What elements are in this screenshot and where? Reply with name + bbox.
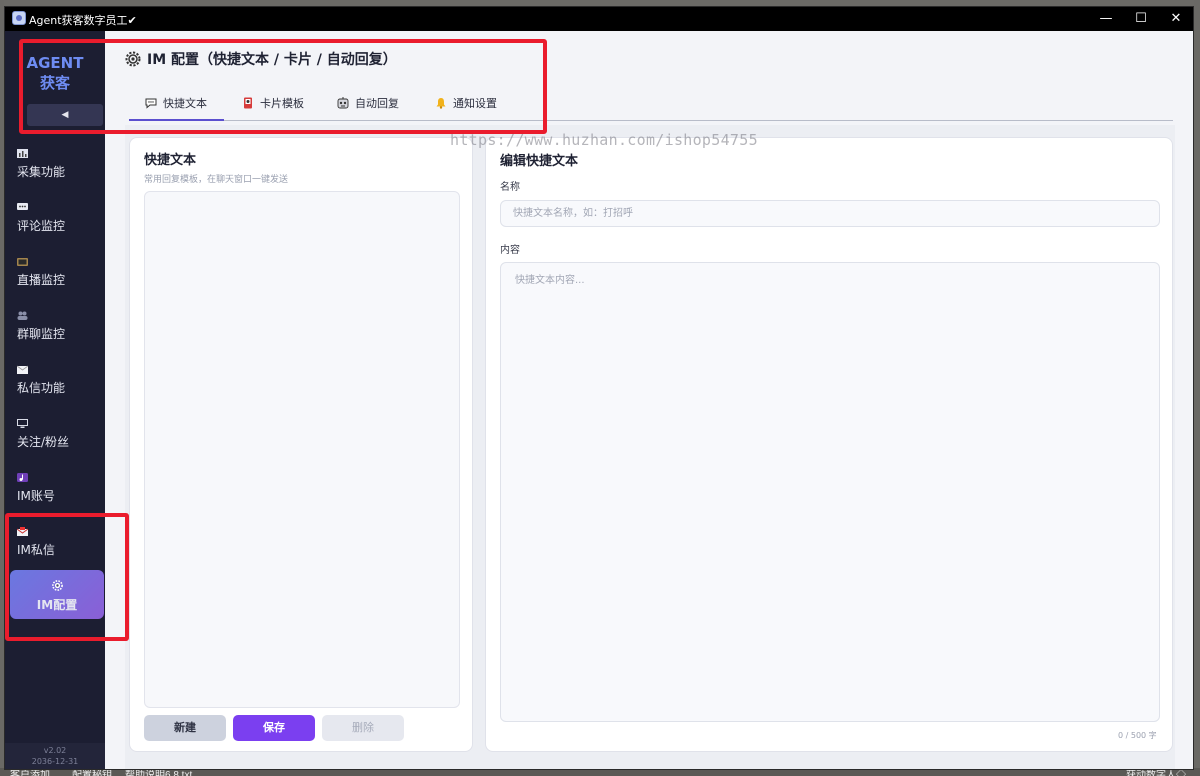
annotation-highlight-nav: [5, 513, 129, 641]
app-icon: [12, 11, 26, 25]
sidebar-item-im-account[interactable]: IM账号: [13, 473, 101, 513]
expiry-date: 2036-12-31: [31, 757, 79, 766]
name-label: 名称: [500, 182, 520, 193]
tv-icon: [17, 258, 28, 266]
sidebar-item-live[interactable]: 直播监控: [13, 257, 101, 297]
new-button[interactable]: 新建: [144, 715, 226, 741]
people-icon: [17, 311, 28, 320]
sidebar-item-label: IM账号: [17, 489, 55, 503]
title-bar[interactable]: Agent获客数字员工✔ — ☐ ✕: [5, 7, 1193, 31]
close-button[interactable]: ✕: [1161, 9, 1191, 29]
panel-subtitle: 常用回复模板，在聊天窗口一键发送: [144, 175, 289, 185]
panel-title: 快捷文本: [144, 153, 197, 168]
chart-icon: [17, 149, 28, 158]
content-label: 内容: [500, 245, 520, 256]
quick-text-list-panel: 快捷文本 常用回复模板，在聊天窗口一键发送 新建 保存 删除: [129, 137, 473, 752]
delete-button[interactable]: 删除: [322, 715, 404, 741]
maximize-button[interactable]: ☐: [1126, 9, 1156, 29]
quick-text-list[interactable]: [144, 191, 460, 708]
char-counter: 0 / 500 字: [1118, 731, 1157, 740]
sidebar-item-label: 关注/粉丝: [17, 435, 70, 449]
desktop-right-strip: [1194, 0, 1200, 776]
sidebar: AGENT 获客 ◀ 采集功能 评论监控 直播监控 群聊监控 私信功能 关注/粉…: [5, 31, 105, 769]
sidebar-item-label: 评论监控: [17, 219, 66, 233]
name-input[interactable]: 快捷文本名称，如：打招呼: [500, 200, 1160, 227]
sidebar-item-group-chat[interactable]: 群聊监控: [13, 311, 101, 351]
sidebar-item-label: 群聊监控: [17, 327, 66, 341]
window-title: Agent获客数字员工✔: [29, 14, 137, 27]
envelope-icon: [17, 365, 28, 374]
sidebar-item-comments[interactable]: 评论监控: [13, 203, 101, 243]
minimize-button[interactable]: —: [1091, 9, 1121, 29]
save-button[interactable]: 保存: [233, 715, 315, 741]
version-number: v2.02: [43, 746, 67, 755]
panel-title: 编辑快捷文本: [500, 154, 579, 169]
edit-quick-text-panel: 编辑快捷文本 名称 快捷文本名称，如：打招呼 内容 快捷文本内容... 0 / …: [485, 137, 1173, 752]
music-icon: [17, 473, 28, 482]
speech-bubble-icon: [17, 203, 28, 210]
sidebar-item-follow[interactable]: 关注/粉丝: [13, 419, 101, 459]
sidebar-item-label: 私信功能: [17, 381, 66, 395]
sidebar-item-collect[interactable]: 采集功能: [13, 149, 101, 189]
sidebar-item-dm[interactable]: 私信功能: [13, 365, 101, 405]
monitor-icon: [17, 419, 28, 428]
annotation-highlight-header: [19, 39, 547, 134]
sidebar-item-label: 采集功能: [17, 165, 66, 179]
version-info: v2.02 2036-12-31: [5, 743, 105, 769]
content-textarea[interactable]: 快捷文本内容...: [500, 262, 1160, 722]
sidebar-item-label: 直播监控: [17, 273, 66, 287]
app-window: Agent获客数字员工✔ — ☐ ✕ AGENT 获客 ◀ 采集功能 评论监控: [4, 6, 1194, 770]
